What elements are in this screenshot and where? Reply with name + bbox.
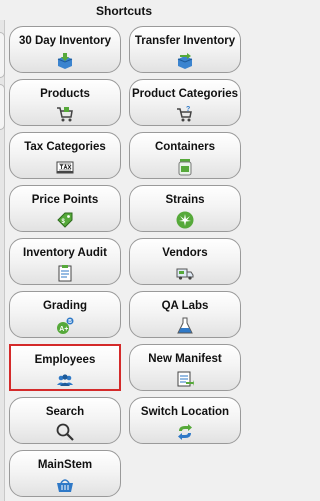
button-label: New Manifest xyxy=(148,353,222,365)
shortcut-products-button[interactable]: Products xyxy=(9,79,121,126)
cart-icon xyxy=(56,105,74,123)
shortcut-30-day-inventory-button[interactable]: 30 Day Inventory xyxy=(9,26,121,73)
grade-icon: A+ B xyxy=(56,317,74,335)
button-label: 30 Day Inventory xyxy=(18,35,112,47)
button-label: Product Categories xyxy=(131,88,239,100)
tax-icon xyxy=(56,158,74,176)
button-label: QA Labs xyxy=(161,300,209,312)
basket-icon xyxy=(56,476,74,494)
shortcut-employees-button[interactable]: Employees xyxy=(9,344,121,391)
shortcut-inventory-audit-button[interactable]: Inventory Audit xyxy=(9,238,121,285)
shortcuts-panel: 30 Day Inventory Transfer Inventory Prod… xyxy=(4,20,248,501)
magnifier-icon xyxy=(56,423,74,441)
button-label: Grading xyxy=(42,300,88,312)
button-label: Tax Categories xyxy=(24,141,106,153)
shortcut-product-categories-button[interactable]: Product Categories ? xyxy=(129,79,241,126)
price-tag-icon: $ xyxy=(56,211,74,229)
shortcut-transfer-inventory-button[interactable]: Transfer Inventory xyxy=(129,26,241,73)
button-label: Strains xyxy=(165,194,205,206)
button-label: Switch Location xyxy=(140,406,230,418)
shortcut-new-manifest-button[interactable]: New Manifest xyxy=(129,344,241,391)
panel-title: Shortcuts xyxy=(95,4,152,18)
shortcut-search-button[interactable]: Search xyxy=(9,397,121,444)
cart-question-icon: ? xyxy=(176,105,194,123)
shortcut-qa-labs-button[interactable]: QA Labs xyxy=(129,291,241,338)
box-arrow-icon xyxy=(56,52,74,70)
shortcut-mainstem-button[interactable]: MainStem xyxy=(9,450,121,497)
flask-icon xyxy=(176,317,194,335)
people-icon xyxy=(56,371,74,389)
shortcut-strains-button[interactable]: Strains xyxy=(129,185,241,232)
jar-icon xyxy=(176,158,194,176)
button-label: Employees xyxy=(34,354,96,366)
button-label: Containers xyxy=(154,141,216,153)
leaf-icon xyxy=(176,211,194,229)
shortcut-price-points-button[interactable]: Price Points $ xyxy=(9,185,121,232)
shortcut-vendors-button[interactable]: Vendors xyxy=(129,238,241,285)
button-label: Inventory Audit xyxy=(23,247,107,259)
button-label: Products xyxy=(40,88,90,100)
truck-icon xyxy=(176,264,194,282)
button-label: Price Points xyxy=(31,194,99,206)
shortcut-containers-button[interactable]: Containers xyxy=(129,132,241,179)
svg-text:?: ? xyxy=(186,106,190,113)
svg-text:A+: A+ xyxy=(59,326,68,333)
svg-text:B: B xyxy=(68,319,72,325)
refresh-arrows-icon xyxy=(176,423,194,441)
box-transfer-icon xyxy=(176,52,194,70)
manifest-icon xyxy=(176,370,194,388)
button-label: Transfer Inventory xyxy=(134,35,236,47)
clipboard-icon xyxy=(56,264,74,282)
shortcut-tax-categories-button[interactable]: Tax Categories xyxy=(9,132,121,179)
button-label: Search xyxy=(45,406,85,418)
shortcut-switch-location-button[interactable]: Switch Location xyxy=(129,397,241,444)
button-label: MainStem xyxy=(37,459,93,471)
button-label: Vendors xyxy=(162,247,208,259)
shortcut-grading-button[interactable]: Grading A+ B xyxy=(9,291,121,338)
